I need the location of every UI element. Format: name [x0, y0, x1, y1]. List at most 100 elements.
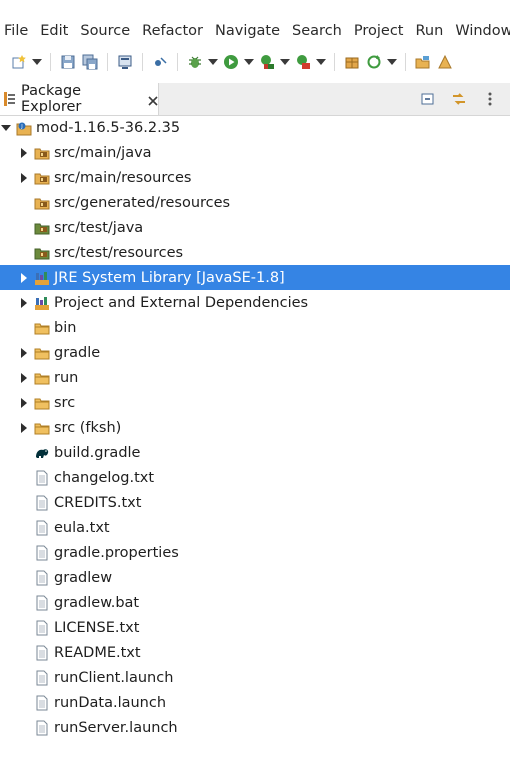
external-tools-dropdown[interactable]: [314, 51, 328, 73]
coverage-icon[interactable]: [256, 51, 278, 73]
folder-icon: [34, 420, 50, 436]
tree-row[interactable]: JRE System Library [JavaSE-1.8]: [0, 265, 510, 290]
tree-item-label: src/main/resources: [54, 169, 192, 186]
save-all-icon[interactable]: [79, 51, 101, 73]
menu-source[interactable]: Source: [76, 23, 138, 39]
tab-package-explorer[interactable]: Package Explorer: [0, 83, 159, 115]
tree-row[interactable]: src (fksh): [0, 415, 510, 440]
file-icon: [34, 570, 50, 586]
tree-row[interactable]: runServer.launch: [0, 715, 510, 740]
coverage-dropdown[interactable]: [278, 51, 292, 73]
tree-item-label: runData.launch: [54, 694, 167, 711]
tree-row[interactable]: runClient.launch: [0, 665, 510, 690]
terminal-icon[interactable]: [114, 51, 136, 73]
tree-row[interactable]: src: [0, 390, 510, 415]
tree-row[interactable]: build.gradle: [0, 440, 510, 465]
menu-search[interactable]: Search: [288, 23, 350, 39]
menu-refactor[interactable]: Refactor: [138, 23, 211, 39]
link-with-editor-icon[interactable]: [448, 88, 470, 110]
open-perspective-icon[interactable]: [434, 51, 456, 73]
project-label: mod-1.16.5-36.2.35: [36, 119, 181, 136]
expand-icon[interactable]: [19, 172, 29, 184]
tree-row[interactable]: LICENSE.txt: [0, 615, 510, 640]
tree-row[interactable]: src/main/java: [0, 140, 510, 165]
expand-icon[interactable]: [19, 297, 29, 309]
save-icon[interactable]: [57, 51, 79, 73]
tree-row[interactable]: eula.txt: [0, 515, 510, 540]
tree-row[interactable]: gradle: [0, 340, 510, 365]
tree-row[interactable]: changelog.txt: [0, 465, 510, 490]
expand-icon[interactable]: [19, 397, 29, 409]
tree-row[interactable]: src/test/java: [0, 215, 510, 240]
debug-dropdown[interactable]: [206, 51, 220, 73]
tree-row[interactable]: bin: [0, 315, 510, 340]
menu-run[interactable]: Run: [412, 23, 452, 39]
svg-text:J: J: [20, 124, 22, 130]
menu-navigate[interactable]: Navigate: [211, 23, 288, 39]
close-icon[interactable]: [148, 94, 158, 106]
toolbar-separator: [177, 53, 178, 71]
collapse-icon[interactable]: [1, 122, 11, 134]
tree-item-label: build.gradle: [54, 444, 141, 461]
tree-row[interactable]: src/test/resources: [0, 240, 510, 265]
tree-item-label: gradle: [54, 344, 101, 361]
tree-item-label: gradlew.bat: [54, 594, 140, 611]
test-source-folder-icon: [34, 220, 50, 236]
expand-icon[interactable]: [19, 147, 29, 159]
tree-item-label: runServer.launch: [54, 719, 178, 736]
gradle-file-icon: [34, 445, 50, 461]
source-folder-icon: [34, 195, 50, 211]
toolbar-separator: [142, 53, 143, 71]
expand-icon[interactable]: [19, 372, 29, 384]
library-icon: [34, 295, 50, 311]
run-dropdown[interactable]: [242, 51, 256, 73]
collapse-all-icon[interactable]: [417, 88, 439, 110]
library-icon: [34, 270, 50, 286]
source-folder-icon: [34, 145, 50, 161]
file-icon: [34, 720, 50, 736]
refresh-dropdown[interactable]: [385, 51, 399, 73]
new-icon[interactable]: [8, 51, 30, 73]
expand-icon[interactable]: [19, 272, 29, 284]
file-icon: [34, 645, 50, 661]
tree-item-label: changelog.txt: [54, 469, 155, 486]
refresh-icon[interactable]: [363, 51, 385, 73]
view-menu-icon[interactable]: [479, 88, 501, 110]
open-type-icon[interactable]: [412, 51, 434, 73]
tree-row[interactable]: src/main/resources: [0, 165, 510, 190]
tree-row[interactable]: runData.launch: [0, 690, 510, 715]
menu-window[interactable]: Window: [451, 23, 510, 39]
skip-breakpoints-icon[interactable]: [149, 51, 171, 73]
tree-item-label: src/test/java: [54, 219, 144, 236]
tree-item-label: JRE System Library [JavaSE-1.8]: [54, 269, 285, 286]
menu-bar: File Edit Source Refactor Navigate Searc…: [0, 19, 510, 43]
tree-row[interactable]: run: [0, 365, 510, 390]
debug-icon[interactable]: [184, 51, 206, 73]
menu-edit[interactable]: Edit: [36, 23, 76, 39]
tree-row[interactable]: gradle.properties: [0, 540, 510, 565]
external-tools-icon[interactable]: [292, 51, 314, 73]
expand-icon[interactable]: [19, 422, 29, 434]
tree-row[interactable]: src/generated/resources: [0, 190, 510, 215]
run-icon[interactable]: [220, 51, 242, 73]
tree-item-label: bin: [54, 319, 77, 336]
folder-icon: [34, 320, 50, 336]
tree-item-label: eula.txt: [54, 519, 110, 536]
tree-row[interactable]: README.txt: [0, 640, 510, 665]
tree-row[interactable]: CREDITS.txt: [0, 490, 510, 515]
main-toolbar: [0, 48, 510, 76]
file-icon: [34, 495, 50, 511]
menu-file[interactable]: File: [0, 23, 36, 39]
expand-icon[interactable]: [19, 347, 29, 359]
tree-row[interactable]: gradlew.bat: [0, 590, 510, 615]
tree-item-label: gradle.properties: [54, 544, 179, 561]
tree-row[interactable]: gradlew: [0, 565, 510, 590]
tree-project-row[interactable]: J mod-1.16.5-36.2.35: [0, 115, 510, 140]
menu-project[interactable]: Project: [350, 23, 412, 39]
new-package-icon[interactable]: [341, 51, 363, 73]
file-icon: [34, 545, 50, 561]
tree-item-label: src: [54, 394, 76, 411]
new-dropdown[interactable]: [30, 51, 44, 73]
tree-row[interactable]: Project and External Dependencies: [0, 290, 510, 315]
tree-item-label: README.txt: [54, 644, 141, 661]
